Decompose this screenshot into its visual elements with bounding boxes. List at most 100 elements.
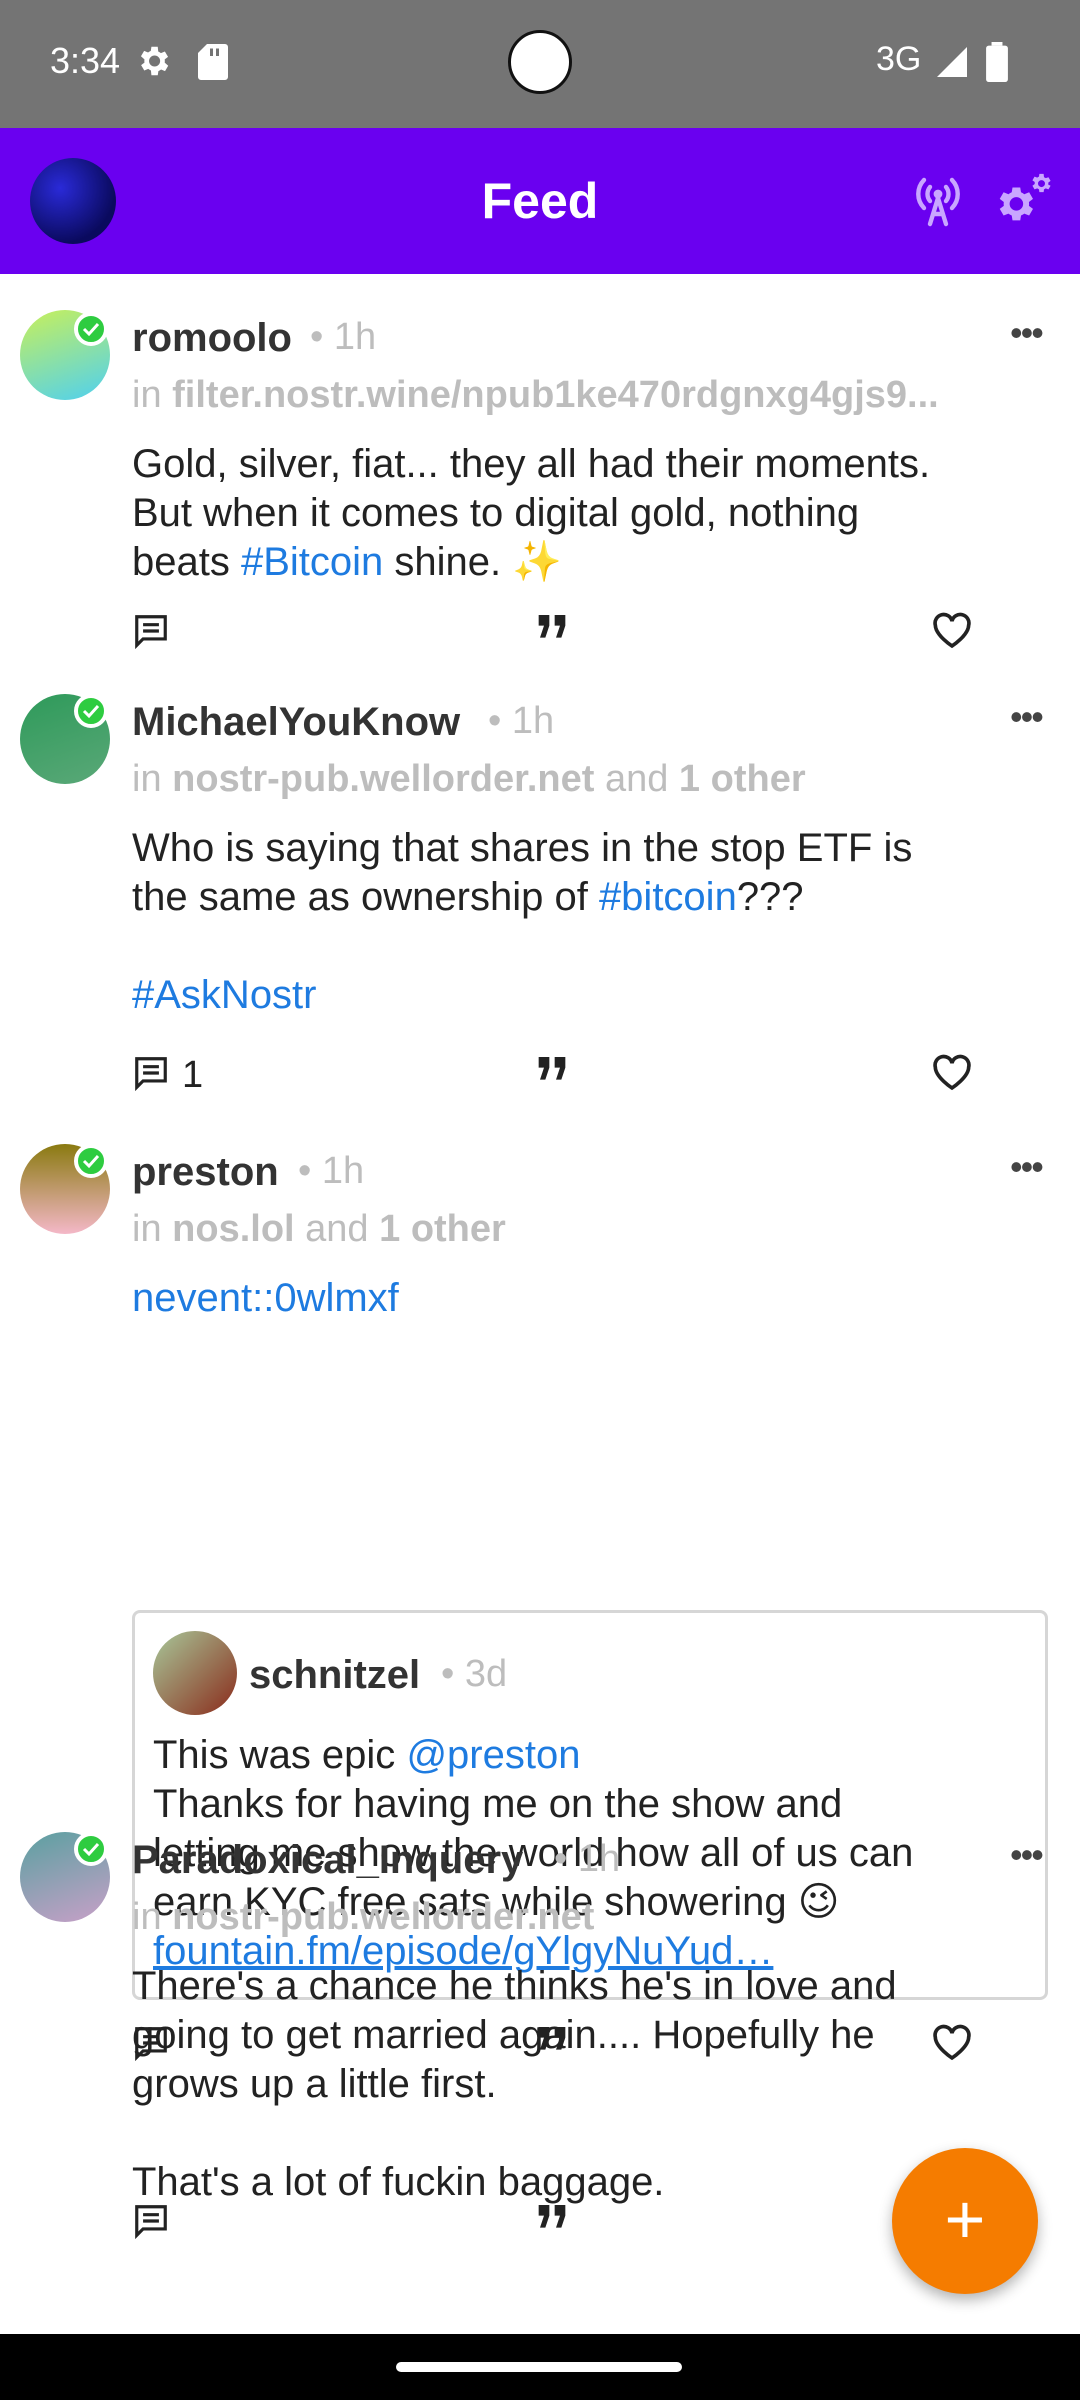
- relay-name: filter.nostr.wine/npub1ke470rdgnxg4gjs9.…: [172, 374, 939, 416]
- camera-cutout: [508, 30, 572, 94]
- relay-name: nostr-pub.wellorder.net: [172, 758, 595, 800]
- post-actions: 1: [132, 1054, 992, 1104]
- verified-badge-icon: [74, 312, 108, 346]
- mention-link[interactable]: @preston: [406, 1733, 580, 1777]
- reply-count: 1: [182, 1054, 204, 1096]
- reply-icon[interactable]: [132, 1054, 170, 1097]
- quoted-post-time: • 3d: [441, 1653, 507, 1696]
- relay-broadcast-icon[interactable]: [908, 172, 968, 233]
- post-time: • 1h: [298, 1150, 364, 1193]
- post-actions: [132, 612, 992, 662]
- author-name[interactable]: Paradoxical_Inquery: [132, 1838, 523, 1883]
- post-content: Who is saying that shares in the stop ET…: [132, 824, 1042, 1020]
- quote-icon[interactable]: [536, 2202, 568, 2237]
- separator-dot: •: [441, 1653, 455, 1695]
- separator-dot: •: [298, 1150, 312, 1192]
- content-text: This was epic: [153, 1733, 396, 1777]
- post-time: • 1h: [554, 1838, 620, 1881]
- relay-name: nostr-pub.wellorder.net: [172, 1896, 595, 1938]
- post-content: Gold, silver, fiat... they all had their…: [132, 440, 1042, 587]
- verified-badge-icon: [74, 1144, 108, 1178]
- hashtag-link[interactable]: #Bitcoin: [241, 540, 383, 584]
- content-line: Gold, silver, fiat... they all had their…: [132, 442, 931, 486]
- post-card[interactable]: MichaelYouKnow • 1h ••• in nostr-pub.wel…: [0, 658, 1080, 1108]
- system-nav-bar: [0, 2334, 1080, 2400]
- content-line: going to get married again.... Hopefully…: [132, 2013, 875, 2057]
- signal-icon: [934, 44, 970, 85]
- post-content: nevent::0wlmxf: [132, 1274, 1042, 1323]
- feed-list[interactable]: romoolo • 1h ••• in filter.nostr.wine/np…: [0, 274, 1080, 2334]
- relay-prefix: in: [132, 1896, 162, 1938]
- content-line: Who is saying that shares in the stop ET…: [132, 826, 913, 870]
- post-card[interactable]: preston • 1h ••• in nos.lol and 1 other …: [0, 1108, 1080, 2062]
- time-value: 1h: [333, 316, 377, 358]
- event-link[interactable]: nevent::0wlmxf: [132, 1274, 1042, 1323]
- content-text: beats: [132, 540, 230, 584]
- sd-card-icon: [198, 44, 228, 85]
- quoted-author-avatar[interactable]: [153, 1631, 237, 1715]
- relay-other: 1 other: [379, 1208, 506, 1250]
- content-line: There's a chance he thinks he's in love …: [132, 1964, 897, 2008]
- post-time: • 1h: [310, 316, 376, 359]
- content-line: the same as ownership of #bitcoin???: [132, 873, 1042, 922]
- app-bar: Feed: [0, 128, 1080, 274]
- quote-icon[interactable]: [536, 1054, 568, 1089]
- relay-other: 1 other: [678, 758, 806, 800]
- content-text: shine. ✨: [394, 540, 563, 584]
- content-line: But when it comes to digital gold, nothi…: [132, 491, 860, 535]
- time-value: 3d: [464, 1653, 508, 1695]
- time-value: 1h: [511, 700, 555, 742]
- reply-icon[interactable]: [132, 2202, 170, 2245]
- post-time: • 1h: [488, 700, 554, 743]
- hashtag-link[interactable]: #AskNostr: [132, 971, 1042, 1020]
- relay-prefix: in: [132, 758, 162, 800]
- post-content: There's a chance he thinks he's in love …: [132, 1962, 1042, 2207]
- author-name[interactable]: MichaelYouKnow: [132, 700, 460, 745]
- relay-settings-icon[interactable]: [996, 172, 1058, 235]
- network-type: 3G: [876, 40, 922, 78]
- home-gesture-handle[interactable]: [396, 2362, 682, 2372]
- relay-line[interactable]: in nostr-pub.wellorder.net: [132, 1896, 1050, 1939]
- content-text: ???: [736, 875, 804, 919]
- relay-and: and: [305, 1208, 369, 1250]
- more-options-icon[interactable]: •••: [1010, 696, 1044, 738]
- relay-line[interactable]: in filter.nostr.wine/npub1ke470rdgnxg4gj…: [132, 374, 1050, 417]
- verified-badge-icon: [74, 694, 108, 728]
- status-time: 3:34: [50, 40, 121, 81]
- time-value: 1h: [321, 1150, 365, 1192]
- battery-icon: [986, 42, 1008, 87]
- quote-icon[interactable]: [536, 612, 568, 647]
- like-heart-icon[interactable]: [932, 1054, 972, 1097]
- new-post-button[interactable]: +: [892, 2148, 1038, 2294]
- author-name[interactable]: romoolo: [132, 316, 292, 361]
- status-bar: 3:34 3G: [0, 0, 1080, 128]
- relay-and: and: [604, 758, 669, 800]
- separator-dot: •: [488, 700, 502, 742]
- relay-line[interactable]: in nos.lol and 1 other: [132, 1208, 1050, 1251]
- separator-dot: •: [310, 316, 324, 358]
- reply-icon[interactable]: [132, 612, 170, 655]
- like-heart-icon[interactable]: [932, 612, 972, 655]
- quoted-author-name[interactable]: schnitzel: [249, 1653, 420, 1698]
- content-line: beats #Bitcoin shine. ✨: [132, 538, 1042, 587]
- more-options-icon[interactable]: •••: [1010, 312, 1044, 354]
- more-options-icon[interactable]: •••: [1010, 1834, 1044, 1876]
- content-line: grows up a little first.: [132, 2062, 497, 2106]
- post-card[interactable]: preston • 1h: [0, 2304, 1080, 2334]
- relay-name: nos.lol: [172, 1208, 295, 1250]
- hashtag-link[interactable]: #bitcoin: [599, 875, 737, 919]
- relay-prefix: in: [132, 1208, 162, 1250]
- separator-dot: •: [554, 1838, 568, 1880]
- relay-line[interactable]: in nostr-pub.wellorder.net and 1 other: [132, 758, 1050, 801]
- post-card[interactable]: romoolo • 1h ••• in filter.nostr.wine/np…: [0, 274, 1080, 658]
- relay-prefix: in: [132, 374, 162, 416]
- post-actions: [132, 2202, 992, 2252]
- verified-badge-icon: [74, 1832, 108, 1866]
- author-name[interactable]: preston: [132, 1150, 279, 1195]
- settings-notification-icon: [134, 42, 172, 85]
- time-value: 1h: [577, 1838, 621, 1880]
- more-options-icon[interactable]: •••: [1010, 1146, 1044, 1188]
- content-line: This was epic @preston: [153, 1731, 1033, 1780]
